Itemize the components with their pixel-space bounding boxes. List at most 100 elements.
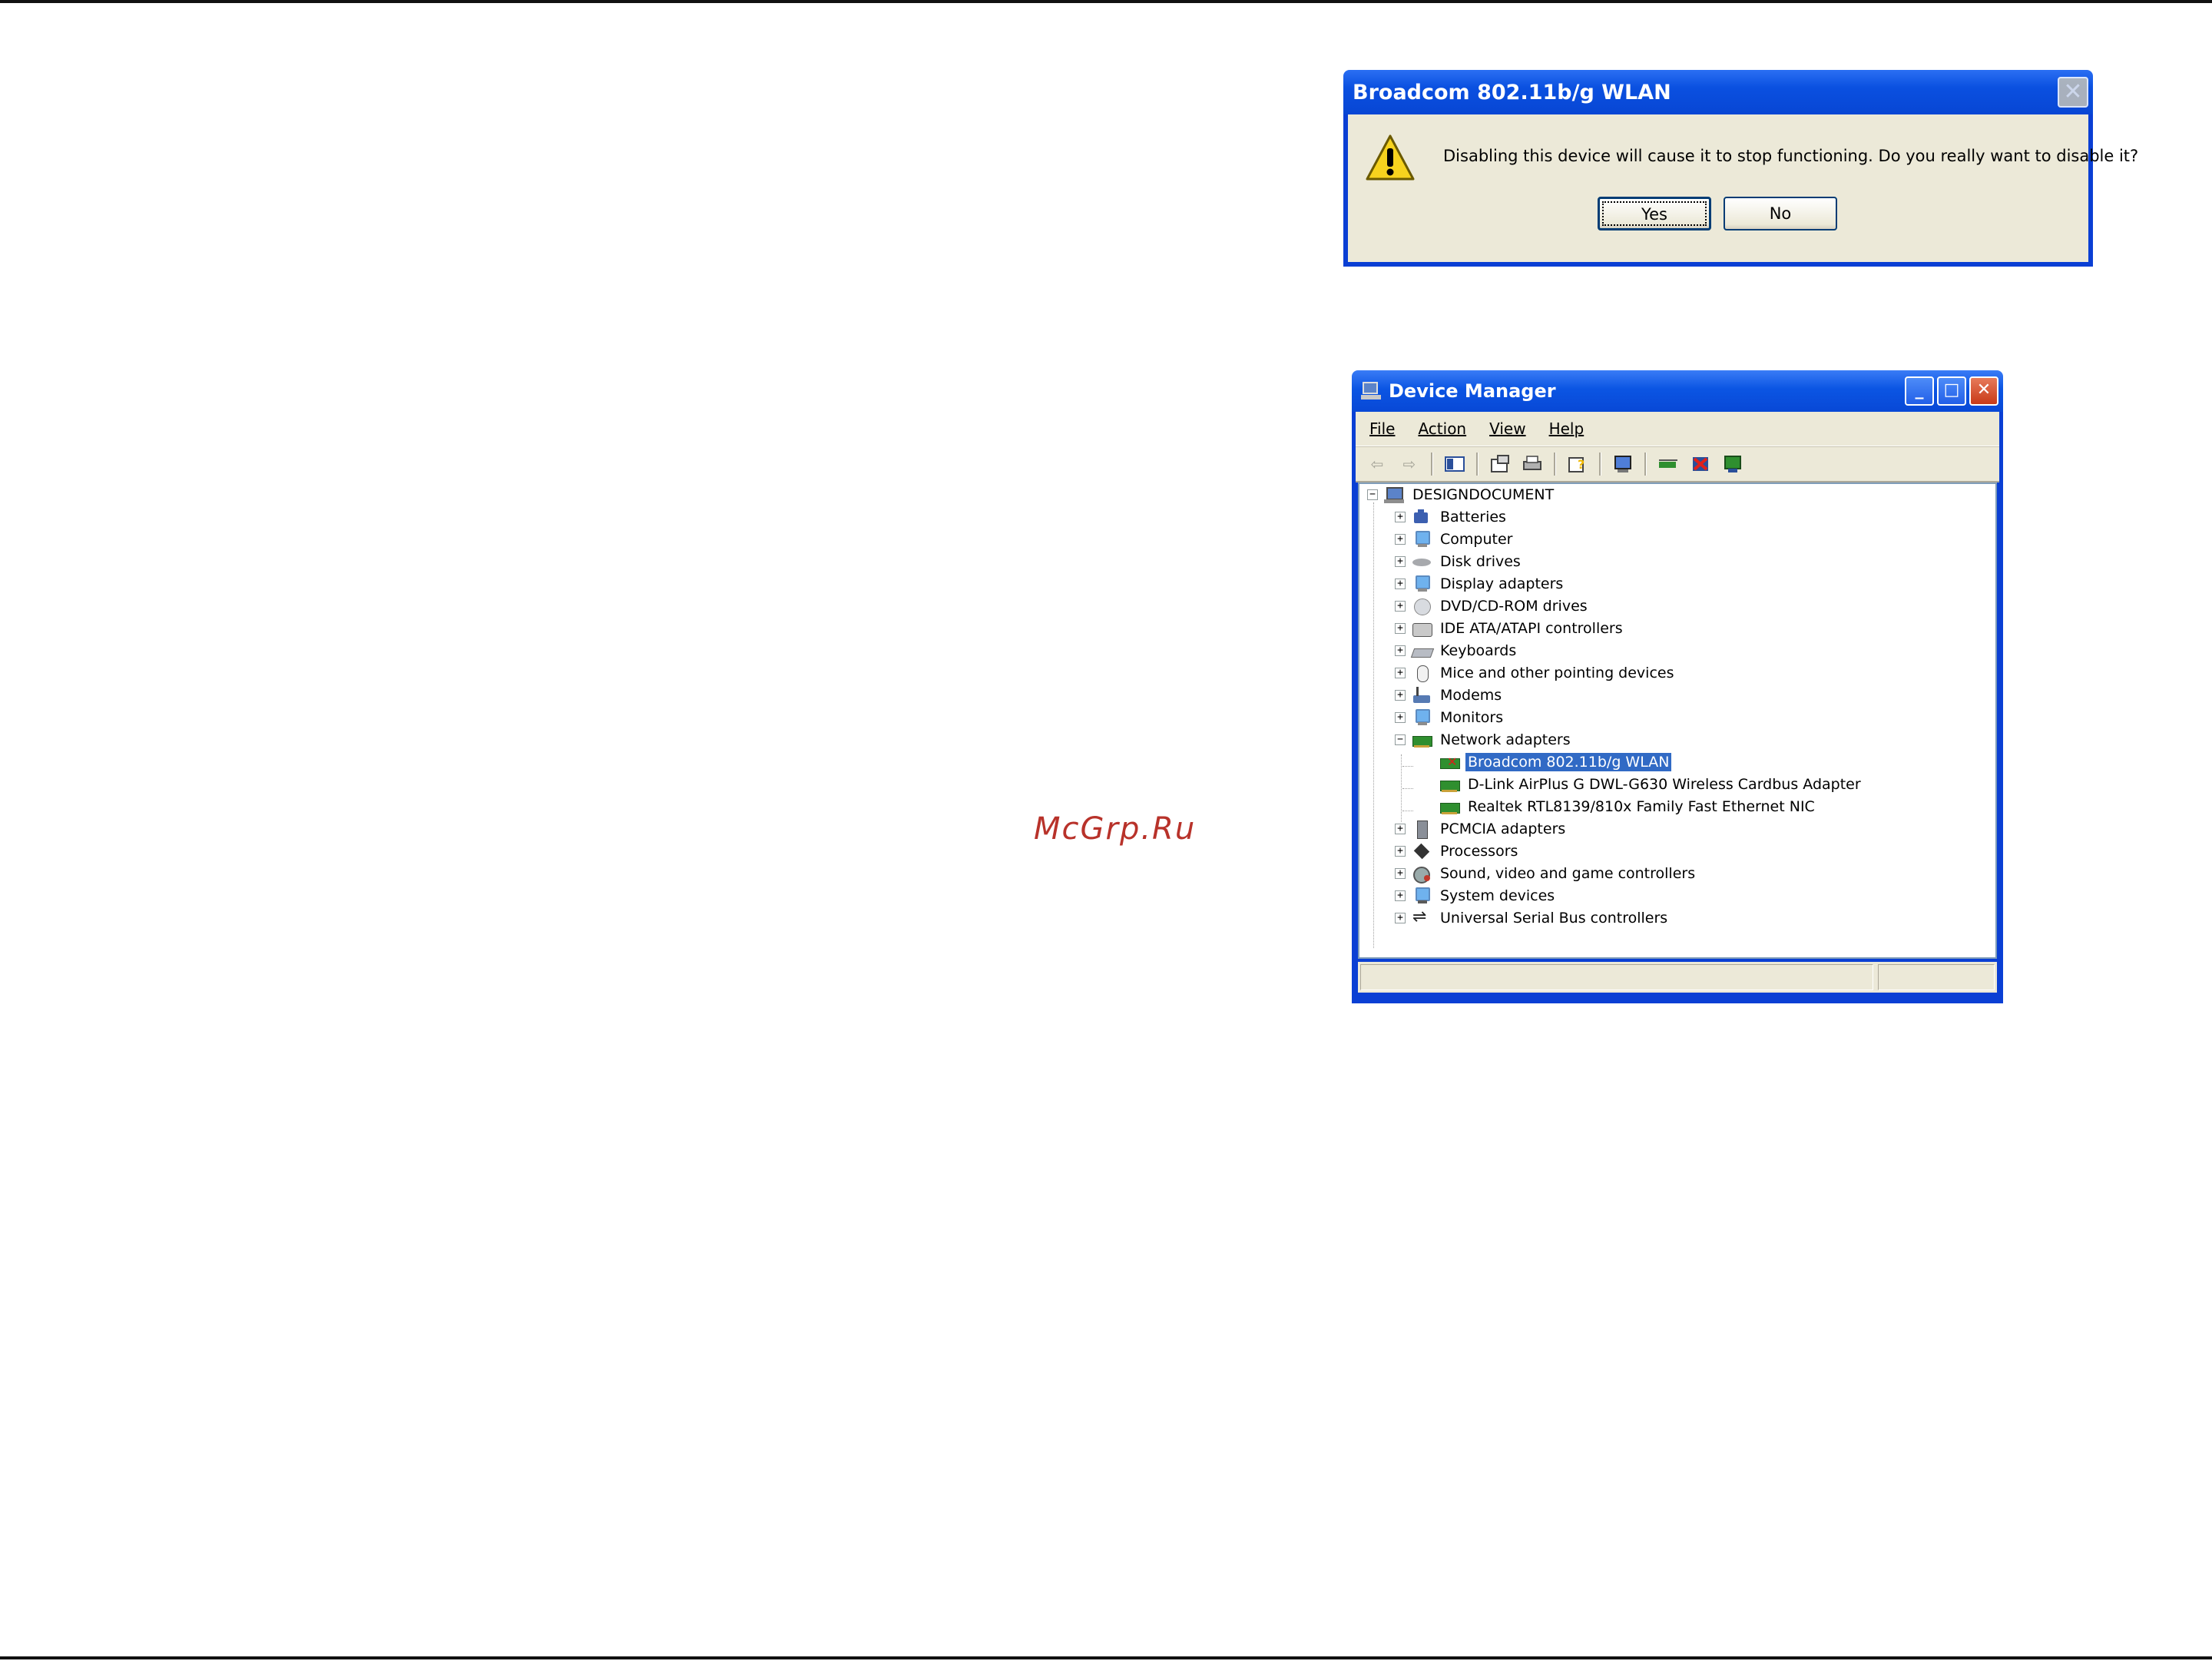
tree-item-system-devices[interactable]: + System devices xyxy=(1395,885,1557,907)
no-button[interactable]: No xyxy=(1724,197,1837,230)
back-arrow-icon[interactable]: ⇦ xyxy=(1363,451,1391,477)
device-manager-window: Device Manager _ □ ✕ File Action View He… xyxy=(1352,370,2003,1003)
tree-item-label: Monitors xyxy=(1440,709,1504,726)
tree-connector xyxy=(1373,502,1374,948)
update-driver-icon[interactable] xyxy=(1654,451,1682,477)
maximize-button[interactable]: □ xyxy=(1937,376,1966,406)
tree-item-label: PCMCIA adapters xyxy=(1440,821,1566,837)
tree-item-processors[interactable]: + Processors xyxy=(1395,840,1520,862)
tree-item-label: Computer xyxy=(1440,531,1513,548)
expand-toggle[interactable]: + xyxy=(1395,512,1406,522)
tree-item-dvd-cd-rom[interactable]: + DVD/CD-ROM drives xyxy=(1395,595,1590,617)
properties-icon[interactable] xyxy=(1486,451,1514,477)
expand-toggle[interactable]: + xyxy=(1395,645,1406,656)
expand-toggle[interactable]: + xyxy=(1395,623,1406,634)
tree-item-broadcom-wlan[interactable]: Broadcom 802.11b/g WLAN xyxy=(1439,751,1673,773)
tree-connector xyxy=(1401,754,1402,822)
tree-item-usb[interactable]: + Universal Serial Bus controllers xyxy=(1395,907,1670,929)
tree-item-modems[interactable]: + Modems xyxy=(1395,685,1504,706)
no-button-label: No xyxy=(1769,204,1792,223)
tree-item-label: Mice and other pointing devices xyxy=(1440,665,1674,681)
dialog-close-button[interactable]: ✕ xyxy=(2058,77,2088,108)
tree-item-label: Network adapters xyxy=(1440,731,1571,748)
disable-device-icon[interactable] xyxy=(1719,451,1747,477)
tree-item-display-adapters[interactable]: + Display adapters xyxy=(1395,573,1565,595)
top-rule xyxy=(0,0,2212,3)
battery-icon xyxy=(1412,508,1432,526)
tree-item-label: System devices xyxy=(1440,887,1555,904)
forward-arrow-icon[interactable]: ⇨ xyxy=(1396,451,1423,477)
disk-drive-icon xyxy=(1412,552,1432,571)
tree-item-batteries[interactable]: + Batteries xyxy=(1395,506,1508,528)
collapse-toggle[interactable]: − xyxy=(1395,734,1406,745)
network-adapter-icon xyxy=(1439,775,1460,794)
toolbar: ⇦ ⇨ ? xyxy=(1356,446,1999,482)
processor-icon xyxy=(1412,842,1432,860)
menu-action[interactable]: Action xyxy=(1418,419,1466,438)
menu-bar: File Action View Help xyxy=(1356,412,1999,446)
svg-text:?: ? xyxy=(1578,457,1584,472)
tree-root[interactable]: − DESIGNDOCUMENT xyxy=(1367,484,1556,506)
toolbar-separator xyxy=(1431,453,1433,476)
yes-button[interactable]: Yes xyxy=(1598,197,1711,230)
tree-item-ide-controllers[interactable]: + IDE ATA/ATAPI controllers xyxy=(1395,618,1625,639)
tree-item-dlink-adapter[interactable]: D-Link AirPlus G DWL-G630 Wireless Cardb… xyxy=(1439,774,1863,795)
uninstall-icon[interactable] xyxy=(1687,451,1714,477)
print-icon[interactable] xyxy=(1518,451,1546,477)
tree-item-label: Keyboards xyxy=(1440,642,1517,659)
tree-item-mice[interactable]: + Mice and other pointing devices xyxy=(1395,662,1676,684)
device-manager-icon xyxy=(1361,382,1381,400)
expand-toggle[interactable]: + xyxy=(1395,690,1406,701)
expand-toggle[interactable]: + xyxy=(1395,868,1406,879)
expand-toggle[interactable]: + xyxy=(1395,579,1406,589)
expand-toggle[interactable]: + xyxy=(1395,556,1406,567)
tree-item-network-adapters[interactable]: − Network adapters xyxy=(1395,729,1573,751)
menu-file[interactable]: File xyxy=(1369,419,1395,438)
device-tree: − DESIGNDOCUMENT + Batteries + Computer … xyxy=(1358,482,1997,959)
display-adapter-icon xyxy=(1412,575,1432,593)
menu-view[interactable]: View xyxy=(1489,419,1525,438)
tree-item-keyboards[interactable]: + Keyboards xyxy=(1395,640,1518,661)
devmgr-title: Device Manager xyxy=(1389,380,1556,402)
tree-item-pcmcia[interactable]: + PCMCIA adapters xyxy=(1395,818,1568,840)
expand-toggle[interactable]: + xyxy=(1395,668,1406,678)
menu-help[interactable]: Help xyxy=(1549,419,1584,438)
network-adapter-icon xyxy=(1439,797,1460,816)
tree-item-disk-drives[interactable]: + Disk drives xyxy=(1395,551,1523,572)
close-button[interactable]: ✕ xyxy=(1969,376,1998,406)
expand-toggle[interactable]: + xyxy=(1395,890,1406,901)
tree-item-sound[interactable]: + Sound, video and game controllers xyxy=(1395,863,1697,884)
network-adapter-icon xyxy=(1412,731,1432,749)
tree-item-realtek-nic[interactable]: Realtek RTL8139/810x Family Fast Etherne… xyxy=(1439,796,1817,817)
toolbar-separator xyxy=(1554,453,1556,476)
collapse-toggle[interactable]: − xyxy=(1367,489,1378,500)
expand-toggle[interactable]: + xyxy=(1395,601,1406,612)
devmgr-titlebar[interactable]: Device Manager _ □ ✕ xyxy=(1352,370,2003,412)
scan-hardware-icon[interactable] xyxy=(1609,451,1637,477)
show-hide-console-tree-icon[interactable] xyxy=(1441,451,1469,477)
watermark: McGrp.Ru xyxy=(1034,811,1197,847)
expand-toggle[interactable]: + xyxy=(1395,712,1406,723)
computer-root-icon xyxy=(1384,486,1404,504)
expand-toggle[interactable]: + xyxy=(1395,846,1406,857)
tree-item-label: Batteries xyxy=(1440,509,1506,525)
keyboard-icon xyxy=(1412,642,1432,660)
tree-item-label: Disk drives xyxy=(1440,553,1521,570)
tree-item-label: IDE ATA/ATAPI controllers xyxy=(1440,620,1623,637)
tree-root-label: DESIGNDOCUMENT xyxy=(1412,486,1555,503)
dialog-titlebar[interactable]: Broadcom 802.11b/g WLAN ✕ xyxy=(1343,70,2093,114)
minimize-button[interactable]: _ xyxy=(1905,376,1934,406)
expand-toggle[interactable]: + xyxy=(1395,913,1406,923)
tree-item-label: Sound, video and game controllers xyxy=(1440,865,1696,882)
expand-toggle[interactable]: + xyxy=(1395,534,1406,545)
tree-connector xyxy=(1402,766,1413,767)
tree-item-computer[interactable]: + Computer xyxy=(1395,529,1515,550)
help-icon[interactable]: ? xyxy=(1564,451,1591,477)
dialog-message: Disabling this device will cause it to s… xyxy=(1443,147,2139,165)
tree-item-monitors[interactable]: + Monitors xyxy=(1395,707,1505,728)
computer-icon xyxy=(1412,530,1432,549)
tree-item-label: Display adapters xyxy=(1440,575,1564,592)
status-panel-main xyxy=(1360,964,1873,990)
toolbar-separator xyxy=(1644,453,1647,476)
expand-toggle[interactable]: + xyxy=(1395,824,1406,834)
